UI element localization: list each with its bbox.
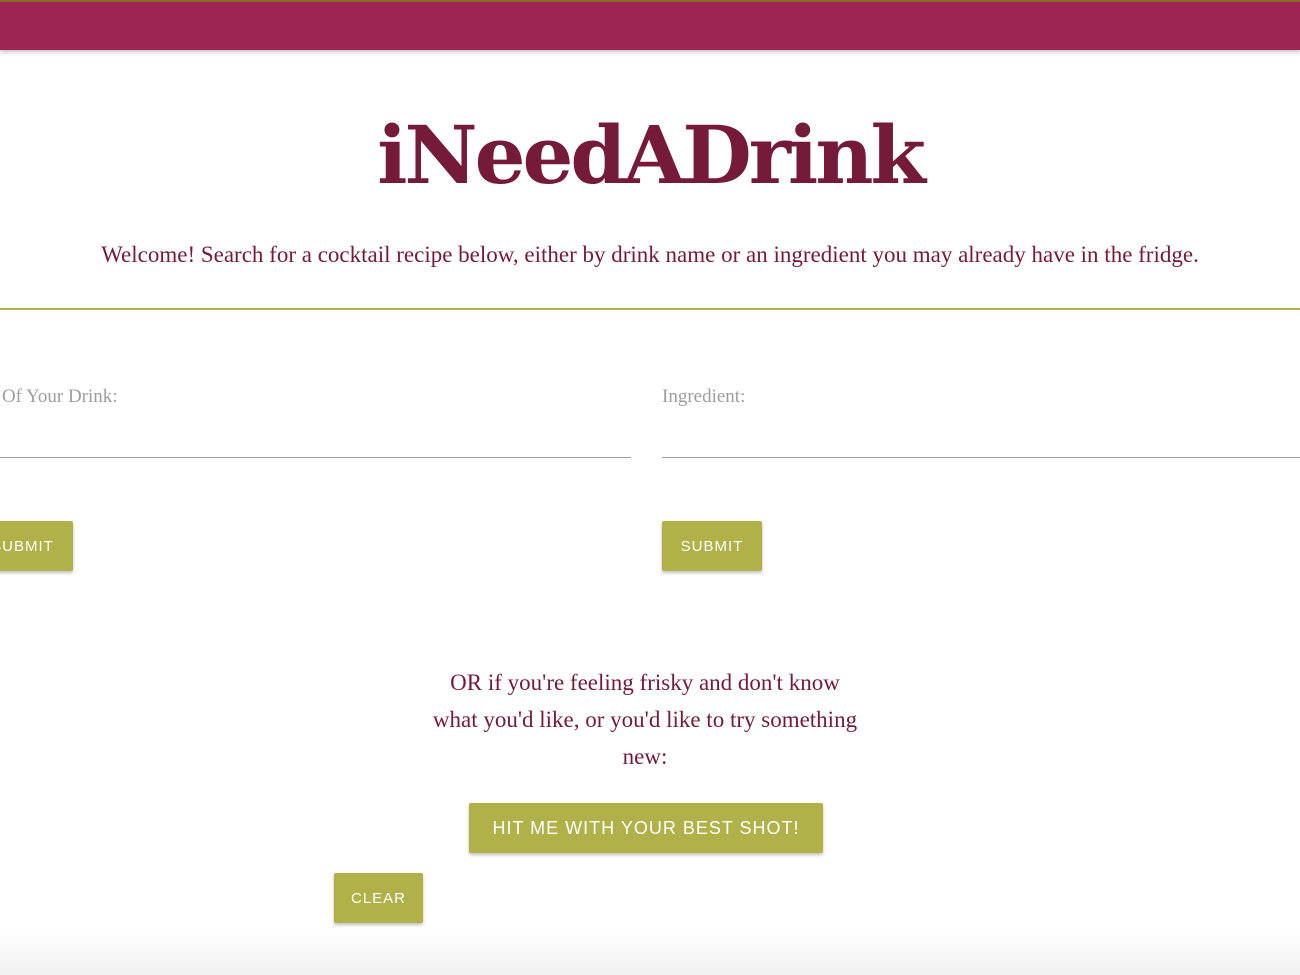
drink-name-label: me Of Your Drink: [0,386,118,407]
clear-button[interactable]: CLEAR [334,873,423,923]
ingredient-input[interactable] [662,418,1300,458]
welcome-message: Welcome! Search for a cocktail recipe be… [101,242,1199,267]
bottom-fade [0,930,1300,975]
section-divider [0,308,1300,310]
drink-name-submit-button[interactable]: SUBMIT [0,521,73,571]
random-drink-prompt: OR if you're feeling frisky and don't kn… [432,670,858,769]
top-nav-bar [0,0,1300,50]
page: iNeedADrink Welcome! Search for a cockta… [0,0,1300,975]
random-drink-button[interactable]: HIT ME WITH YOUR BEST SHOT! [469,803,823,853]
drink-name-input[interactable] [0,418,631,458]
ingredient-submit-button[interactable]: SUBMIT [662,521,762,571]
ingredient-label: Ingredient: [662,386,746,407]
site-title: iNeedADrink [377,108,926,202]
